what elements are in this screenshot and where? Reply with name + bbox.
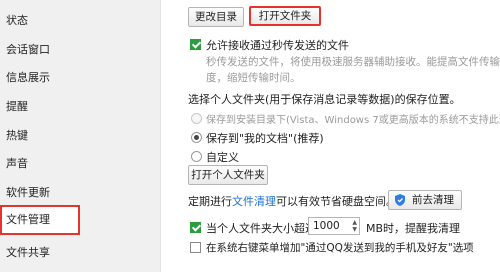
size-limit-unit: MB时，提醒我清理 bbox=[366, 222, 461, 235]
cleanup-hint: 定期进行文件清理可以有效节省硬盘空间。 bbox=[188, 193, 397, 209]
install-directory-radio[interactable] bbox=[191, 113, 202, 124]
install-directory-label: 保存到安装目录下(Vista、Windows 7或更高版本的系统不支持此选项) bbox=[206, 115, 500, 126]
settings-sidebar: 状态 会话窗口 信息展示 提醒 热键 声音 软件更新 文件管理 文件共享 bbox=[0, 0, 161, 272]
allow-instant-transfer-checkbox[interactable] bbox=[190, 39, 201, 50]
sidebar-item-reminders[interactable]: 提醒 bbox=[0, 92, 78, 122]
sidebar-item-hotkeys[interactable]: 热键 bbox=[0, 121, 78, 151]
sidebar-item-software-update[interactable]: 软件更新 bbox=[0, 178, 78, 208]
open-folder-button[interactable]: 打开文件夹 bbox=[249, 6, 321, 26]
sidebar-item-file-sharing[interactable]: 文件共享 bbox=[0, 238, 78, 268]
custom-radio[interactable] bbox=[191, 151, 202, 162]
file-management-panel: 更改目录 打开文件夹 允许接收通过秒传发送的文件 秒传发送的文件，将使用极速服务… bbox=[160, 0, 500, 272]
open-personal-folder-button[interactable]: 打开个人文件夹 bbox=[188, 165, 268, 185]
personal-folder-heading: 选择个人文件夹(用于保存消息记录等数据)的保存位置。 bbox=[188, 93, 461, 106]
change-directory-button[interactable]: 更改目录 bbox=[188, 7, 244, 27]
context-menu-checkbox[interactable] bbox=[190, 242, 201, 253]
instant-transfer-description-2: 度，缩短传输时间。 bbox=[206, 72, 301, 84]
stepper-up-icon[interactable]: ▲ bbox=[352, 219, 357, 226]
size-limit-stepper[interactable]: 1000 ▲ ▼ bbox=[308, 217, 360, 235]
sidebar-item-sound[interactable]: 声音 bbox=[0, 149, 78, 179]
sidebar-item-chat-window[interactable]: 会话窗口 bbox=[0, 35, 78, 65]
size-limit-label: 当个人文件夹大小超过 bbox=[206, 222, 316, 235]
my-documents-label: 保存到"我的文档"(推荐) bbox=[206, 132, 324, 145]
sidebar-item-file-management[interactable]: 文件管理 bbox=[0, 205, 80, 235]
instant-transfer-description-1: 秒传发送的文件，将使用极速服务器辅助接收。能提高文件传输速 bbox=[206, 56, 500, 68]
go-cleanup-button[interactable]: 前去清理 bbox=[388, 190, 462, 210]
file-cleanup-link[interactable]: 文件清理 bbox=[232, 195, 276, 208]
custom-label: 自定义 bbox=[206, 151, 239, 164]
cleanup-hint-prefix: 定期进行 bbox=[188, 195, 232, 208]
my-documents-radio[interactable] bbox=[191, 132, 202, 143]
cleanup-hint-suffix: 可以有效节省硬盘空间。 bbox=[276, 195, 397, 208]
stepper-down-icon[interactable]: ▼ bbox=[352, 226, 357, 233]
allow-instant-transfer-label: 允许接收通过秒传发送的文件 bbox=[206, 39, 349, 52]
go-cleanup-label: 前去清理 bbox=[412, 194, 454, 206]
sidebar-item-info-display[interactable]: 信息展示 bbox=[0, 63, 78, 93]
shield-icon bbox=[395, 194, 405, 206]
size-limit-checkbox[interactable] bbox=[190, 222, 201, 233]
context-menu-label: 在系统右键菜单增加"通过QQ发送到我的手机及好友"选项 bbox=[206, 242, 474, 254]
size-limit-value: 1000 bbox=[313, 220, 340, 232]
sidebar-item-status[interactable]: 状态 bbox=[0, 6, 78, 36]
